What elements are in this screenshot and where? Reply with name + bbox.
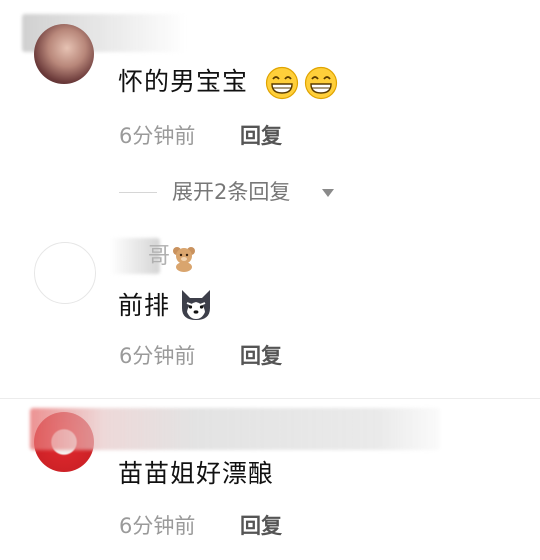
- comment-text: 怀的男宝宝: [118, 67, 249, 96]
- avatar[interactable]: [34, 242, 96, 304]
- teddy-bear-icon: [173, 247, 195, 272]
- expand-divider: [119, 192, 157, 193]
- username-suffix[interactable]: 哥: [148, 242, 170, 272]
- username-blurred[interactable]: [30, 408, 440, 450]
- expand-replies-button[interactable]: 展开2条回复: [172, 178, 290, 206]
- chevron-down-icon[interactable]: [322, 189, 334, 197]
- comment-time: 6分钟前: [119, 344, 196, 368]
- comment-text: 前排: [118, 291, 171, 320]
- comment-text: 苗苗姐好漂酿: [118, 459, 275, 488]
- reply-button[interactable]: 回复: [240, 512, 282, 540]
- grinning-face-icon: [265, 66, 299, 100]
- reply-button[interactable]: 回复: [240, 122, 282, 150]
- reply-button[interactable]: 回复: [240, 342, 282, 370]
- husky-dog-icon: [182, 290, 210, 320]
- divider: [0, 398, 540, 399]
- grinning-face-icon: [304, 66, 338, 100]
- comment-time: 6分钟前: [119, 124, 196, 148]
- comment-time: 6分钟前: [119, 514, 196, 538]
- avatar[interactable]: [34, 24, 94, 84]
